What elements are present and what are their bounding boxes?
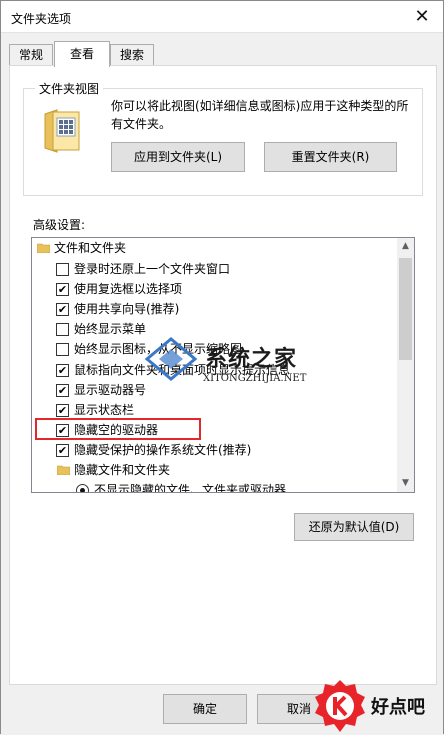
tree-item-hidden-files-folders[interactable]: 隐藏文件和文件夹: [32, 460, 398, 480]
scroll-down-button[interactable]: ▼: [397, 475, 414, 492]
folder-icon: [37, 243, 50, 253]
checkbox[interactable]: ✔: [56, 283, 69, 296]
close-icon: ✕: [414, 6, 430, 27]
tree-item-dont-show-hidden[interactable]: 不显示隐藏的文件、文件夹或驱动器: [32, 480, 398, 493]
tree-item-restore-windows[interactable]: 登录时还原上一个文件夹窗口: [32, 259, 398, 279]
folder-views-label: 文件夹视图: [35, 80, 104, 97]
tab-view[interactable]: 查看: [54, 41, 110, 67]
folder-options-window: 文件夹选项 ✕ 常规 查看 搜索 文件夹视图 你可以将此视图(如详细信息或图标)…: [0, 0, 444, 735]
tree-item-hide-protected-files[interactable]: ✔ 隐藏受保护的操作系统文件(推荐): [32, 440, 398, 460]
tab-search[interactable]: 搜索: [110, 44, 154, 66]
corner-logo-text: 好点吧: [371, 697, 425, 718]
tree-item-status-bar[interactable]: ✔ 显示状态栏: [32, 400, 398, 420]
tree-item-label: 隐藏文件和文件夹: [74, 463, 171, 477]
tab-strip: 常规 查看 搜索: [9, 41, 439, 67]
folder-icon: [57, 465, 70, 475]
folder-view-icon: [44, 109, 80, 153]
checkbox[interactable]: ✔: [56, 384, 69, 397]
apply-to-folders-button[interactable]: 应用到文件夹(L): [111, 142, 245, 172]
watermark-logo-icon: [144, 337, 198, 381]
tree-item-label: 显示状态栏: [74, 403, 135, 417]
tree-item-label: 显示驱动器号: [74, 383, 147, 397]
ok-button[interactable]: 确定: [163, 694, 247, 724]
restore-defaults-button[interactable]: 还原为默认值(D): [294, 513, 414, 541]
title-bar[interactable]: 文件夹选项 ✕: [1, 1, 443, 33]
watermark: 系统之家 XITONGZHIJIA.NET: [141, 331, 341, 391]
checkbox[interactable]: ✔: [56, 404, 69, 417]
check-icon: ✔: [57, 404, 68, 417]
annotation-highlight-box: [35, 418, 201, 440]
check-icon: ✔: [57, 303, 68, 316]
reset-folders-button[interactable]: 重置文件夹(R): [264, 142, 397, 172]
checkbox[interactable]: [56, 323, 69, 336]
tree-item-files-and-folders[interactable]: 文件和文件夹: [32, 238, 398, 258]
tree-item-label: 使用复选框以选择项: [74, 282, 183, 296]
check-icon: ✔: [57, 384, 68, 397]
window-title: 文件夹选项: [11, 12, 72, 26]
checkbox[interactable]: ✔: [56, 303, 69, 316]
checkbox[interactable]: ✔: [56, 364, 69, 377]
tree-item-use-checkboxes[interactable]: ✔ 使用复选框以选择项: [32, 279, 398, 299]
tree-item-label: 登录时还原上一个文件夹窗口: [74, 262, 231, 276]
watermark-text: 系统之家: [205, 347, 298, 372]
chevron-down-icon: ▼: [402, 478, 409, 488]
tree-item-label: 文件和文件夹: [54, 241, 127, 255]
scroll-thumb[interactable]: [399, 258, 412, 360]
chevron-up-icon: ▲: [402, 241, 409, 251]
checkbox[interactable]: [56, 263, 69, 276]
tree-item-label: 始终显示菜单: [74, 322, 147, 336]
radio-dot-icon: [80, 488, 85, 492]
checkbox[interactable]: [56, 343, 69, 356]
tree-item-sharing-wizard[interactable]: ✔ 使用共享向导(推荐): [32, 299, 398, 319]
corner-logo: 好点吧: [309, 677, 444, 735]
advanced-settings-label: 高级设置:: [33, 218, 86, 232]
check-icon: ✔: [57, 283, 68, 296]
radio-button[interactable]: [76, 484, 89, 492]
tree-item-label: 使用共享向导(推荐): [74, 302, 180, 316]
gear-logo-icon: [315, 680, 365, 732]
tree-item-label: 隐藏受保护的操作系统文件(推荐): [74, 443, 252, 457]
tab-general[interactable]: 常规: [9, 44, 53, 66]
scroll-up-button[interactable]: ▲: [397, 238, 414, 255]
check-icon: ✔: [57, 444, 68, 457]
watermark-url: XITONGZHIJIA.NET: [203, 373, 307, 384]
check-icon: ✔: [57, 364, 68, 377]
tree-scrollbar[interactable]: ▲ ▼: [397, 238, 414, 492]
checkbox[interactable]: ✔: [56, 444, 69, 457]
tree-item-label: 不显示隐藏的文件、文件夹或驱动器: [94, 483, 287, 493]
folder-views-description: 你可以将此视图(如详细信息或图标)应用于这种类型的所有文件夹。: [111, 99, 409, 131]
close-button[interactable]: ✕: [411, 6, 433, 28]
